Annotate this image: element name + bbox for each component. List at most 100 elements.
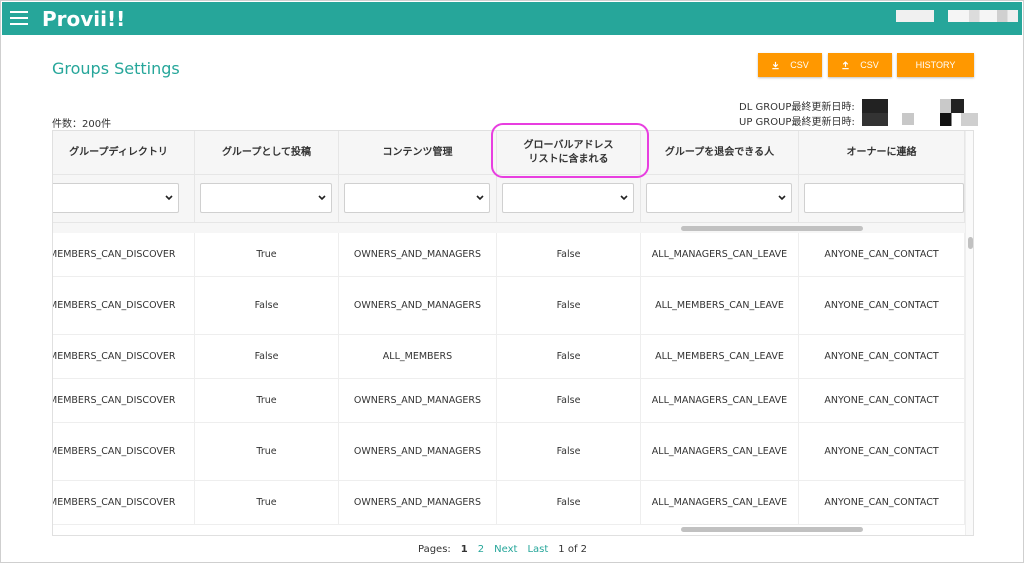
upload-csv-label: CSV bbox=[860, 60, 879, 70]
page-1-current: 1 bbox=[460, 544, 468, 555]
cell-global-address-list: False bbox=[497, 335, 641, 378]
dl-group-label: DL GROUP最終更新日時: bbox=[739, 102, 855, 113]
cell-post-as-group: True bbox=[195, 379, 339, 422]
cell-content-management: OWNERS_AND_MANAGERS bbox=[339, 233, 497, 276]
download-csv-button[interactable]: CSV bbox=[758, 53, 822, 77]
cell-group-directory: MEMBERS_CAN_DISCOVER bbox=[53, 481, 195, 524]
page-2-link[interactable]: 2 bbox=[478, 544, 484, 555]
column-header-content-management[interactable]: コンテンツ管理 bbox=[339, 131, 497, 175]
scrollbar-thumb[interactable] bbox=[681, 527, 863, 532]
redacted-block bbox=[940, 113, 978, 126]
cell-post-as-group: False bbox=[195, 277, 339, 334]
pagination: Pages: 1 2 Next Last 1 of 2 bbox=[418, 544, 587, 555]
scrollbar-thumb[interactable] bbox=[968, 237, 973, 249]
cell-global-address-list: False bbox=[497, 233, 641, 276]
filter-row bbox=[53, 175, 965, 223]
cell-group-directory: MEMBERS_CAN_DISCOVER bbox=[53, 379, 195, 422]
cell-who-can-leave: ALL_MANAGERS_CAN_LEAVE bbox=[641, 423, 799, 480]
chevron-down-icon bbox=[620, 195, 628, 201]
scrollbar-thumb[interactable] bbox=[681, 226, 863, 231]
filter-cell bbox=[339, 175, 497, 223]
last-page-link[interactable]: Last bbox=[527, 544, 548, 555]
highlight-annotation bbox=[491, 123, 649, 178]
redacted-block bbox=[940, 99, 964, 113]
download-csv-label: CSV bbox=[790, 60, 809, 70]
filter-select-post-as-group[interactable] bbox=[200, 183, 332, 213]
column-header-group-directory[interactable]: グループディレクトリ bbox=[53, 131, 195, 175]
table-row[interactable]: MEMBERS_CAN_DISCOVER True OWNERS_AND_MANAG… bbox=[53, 233, 965, 277]
groups-table: グループディレクトリ グループとして投稿 コンテンツ管理 グローバルアドレスリス… bbox=[52, 130, 974, 536]
cell-contact-owner: ANYONE_CAN_CONTACT bbox=[799, 277, 965, 334]
up-group-label: UP GROUP最終更新日時: bbox=[739, 117, 855, 128]
history-button[interactable]: HISTORY bbox=[897, 53, 974, 77]
cell-content-management: OWNERS_AND_MANAGERS bbox=[339, 481, 497, 524]
cell-global-address-list: False bbox=[497, 277, 641, 334]
cell-group-directory: MEMBERS_CAN_DISCOVER bbox=[53, 335, 195, 378]
vertical-scrollbar[interactable] bbox=[965, 131, 973, 535]
cell-post-as-group: True bbox=[195, 233, 339, 276]
filter-select-content-management[interactable] bbox=[344, 183, 490, 213]
next-page-link[interactable]: Next bbox=[494, 544, 517, 555]
upload-csv-button[interactable]: CSV bbox=[828, 53, 892, 77]
filter-select-who-can-leave[interactable] bbox=[646, 183, 792, 213]
filter-select-contact-owner[interactable] bbox=[804, 183, 964, 213]
up-timestamp-redacted bbox=[862, 113, 888, 126]
cell-who-can-leave: ALL_MANAGERS_CAN_LEAVE bbox=[641, 379, 799, 422]
account-redacted[interactable] bbox=[896, 10, 934, 22]
pagination-label: Pages: bbox=[418, 544, 451, 555]
redacted-block bbox=[902, 113, 914, 125]
column-header-post-as-group[interactable]: グループとして投稿 bbox=[195, 131, 339, 175]
column-header-who-can-leave[interactable]: グループを退会できる人 bbox=[641, 131, 799, 175]
record-count: 件数：200件 bbox=[52, 119, 112, 130]
horizontal-scrollbar-bottom[interactable] bbox=[53, 525, 965, 535]
chevron-down-icon bbox=[318, 195, 326, 201]
cell-contact-owner: ANYONE_CAN_CONTACT bbox=[799, 233, 965, 276]
filter-select-global-address-list[interactable] bbox=[502, 183, 634, 213]
cell-who-can-leave: ALL_MEMBERS_CAN_LEAVE bbox=[641, 277, 799, 334]
horizontal-scrollbar-top[interactable] bbox=[53, 223, 965, 233]
chevron-down-icon bbox=[476, 195, 484, 201]
table-row[interactable]: MEMBERS_CAN_DISCOVER False OWNERS_AND_MANA… bbox=[53, 277, 965, 335]
table-row[interactable]: MEMBERS_CAN_DISCOVER False ALL_MEMBERS Fals… bbox=[53, 335, 965, 379]
filter-cell bbox=[497, 175, 641, 223]
cell-post-as-group: True bbox=[195, 481, 339, 524]
cell-content-management: OWNERS_AND_MANAGERS bbox=[339, 277, 497, 334]
filter-cell bbox=[195, 175, 339, 223]
cell-post-as-group: False bbox=[195, 335, 339, 378]
chevron-down-icon bbox=[165, 195, 173, 201]
cell-content-management: ALL_MEMBERS bbox=[339, 335, 497, 378]
table-row[interactable]: MEMBERS_CAN_DISCOVER True OWNERS_AND_MANAG… bbox=[53, 423, 965, 481]
user-redacted[interactable] bbox=[948, 10, 1018, 22]
cell-who-can-leave: ALL_MANAGERS_CAN_LEAVE bbox=[641, 233, 799, 276]
cell-contact-owner: ANYONE_CAN_CONTACT bbox=[799, 481, 965, 524]
cell-contact-owner: ANYONE_CAN_CONTACT bbox=[799, 379, 965, 422]
chevron-down-icon bbox=[778, 195, 786, 201]
cell-group-directory: MEMBERS_CAN_DISCOVER bbox=[53, 277, 195, 334]
table-row[interactable]: MEMBERS_CAN_DISCOVER True OWNERS_AND_MANAG… bbox=[53, 481, 965, 525]
last-updated-info: DL GROUP最終更新日時: UP GROUP最終更新日時: bbox=[739, 100, 855, 130]
app-bar: Provii!! bbox=[2, 2, 1022, 35]
cell-contact-owner: ANYONE_CAN_CONTACT bbox=[799, 335, 965, 378]
cell-who-can-leave: ALL_MANAGERS_CAN_LEAVE bbox=[641, 481, 799, 524]
menu-icon[interactable] bbox=[10, 11, 28, 25]
cell-global-address-list: False bbox=[497, 481, 641, 524]
page-title: Groups Settings bbox=[52, 59, 180, 78]
cell-global-address-list: False bbox=[497, 423, 641, 480]
filter-cell bbox=[799, 175, 965, 223]
app-title: Provii!! bbox=[42, 7, 126, 31]
page-status: 1 of 2 bbox=[558, 544, 588, 555]
table-row[interactable]: MEMBERS_CAN_DISCOVER True OWNERS_AND_MANAG… bbox=[53, 379, 965, 423]
cell-group-directory: MEMBERS_CAN_DISCOVER bbox=[53, 423, 195, 480]
filter-cell bbox=[641, 175, 799, 223]
column-header-contact-owner[interactable]: オーナーに連絡 bbox=[799, 131, 965, 175]
dl-timestamp-redacted bbox=[862, 99, 888, 113]
download-icon bbox=[772, 61, 779, 69]
filter-cell bbox=[53, 175, 195, 223]
cell-contact-owner: ANYONE_CAN_CONTACT bbox=[799, 423, 965, 480]
cell-who-can-leave: ALL_MEMBERS_CAN_LEAVE bbox=[641, 335, 799, 378]
cell-group-directory: MEMBERS_CAN_DISCOVER bbox=[53, 233, 195, 276]
cell-content-management: OWNERS_AND_MANAGERS bbox=[339, 379, 497, 422]
cell-content-management: OWNERS_AND_MANAGERS bbox=[339, 423, 497, 480]
filter-select-group-directory[interactable] bbox=[53, 183, 179, 213]
cell-post-as-group: True bbox=[195, 423, 339, 480]
